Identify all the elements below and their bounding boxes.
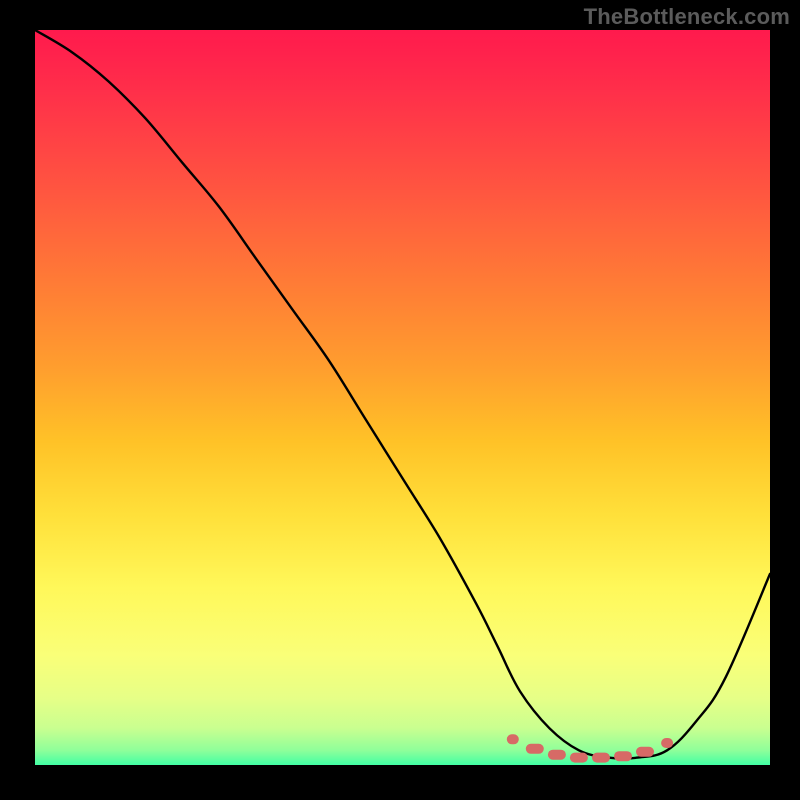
bottleneck-curve-path [35, 30, 770, 759]
watermark-text: TheBottleneck.com [584, 4, 790, 30]
optimum-marker [570, 753, 588, 763]
optimum-marker [661, 738, 673, 748]
optimum-markers [507, 734, 673, 762]
optimum-marker [592, 753, 610, 763]
optimum-marker [636, 747, 654, 757]
optimum-marker [526, 744, 544, 754]
optimum-marker [614, 751, 632, 761]
optimum-marker [507, 734, 519, 744]
chart-container: TheBottleneck.com [0, 0, 800, 800]
plot-area [35, 30, 770, 765]
curve-layer [35, 30, 770, 765]
optimum-marker [548, 750, 566, 760]
